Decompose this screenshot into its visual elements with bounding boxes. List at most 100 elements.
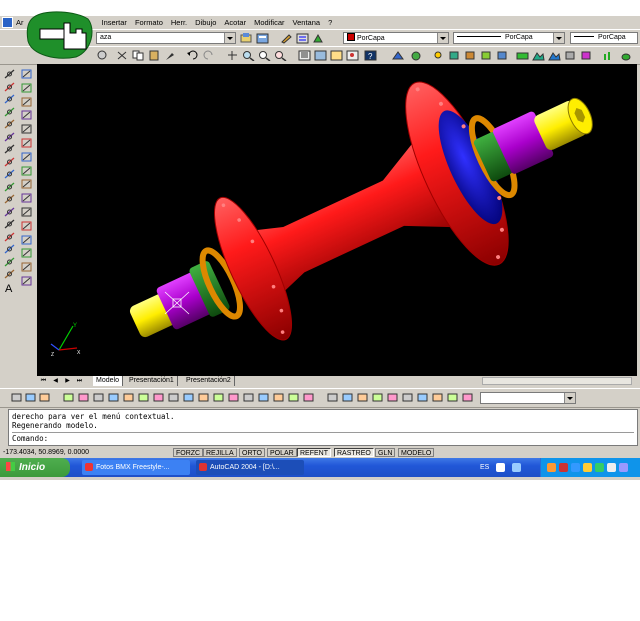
render-icon[interactable] xyxy=(392,50,405,61)
background-icon[interactable] xyxy=(496,50,509,61)
modeling-tool-icon[interactable] xyxy=(227,392,240,403)
menu-item-acotar[interactable]: Acotar xyxy=(220,18,250,27)
stretch-icon[interactable] xyxy=(20,178,33,190)
modeling-tool-icon[interactable] xyxy=(341,392,354,403)
modeling-tool-icon[interactable] xyxy=(431,392,444,403)
tab-presentacion2[interactable]: Presentación2 xyxy=(183,376,235,386)
insert-block-icon[interactable] xyxy=(3,206,16,218)
fog-icon[interactable] xyxy=(516,50,529,61)
chevron-down-icon[interactable] xyxy=(224,33,235,43)
menu-item-modificar[interactable]: Modificar xyxy=(250,18,288,27)
autocad-app-icon[interactable] xyxy=(2,17,13,28)
ellipse-arc-icon[interactable] xyxy=(3,193,16,205)
revcloud-icon[interactable] xyxy=(3,156,16,168)
tab-presentacion1[interactable]: Presentación1 xyxy=(126,376,178,386)
chevron-down-icon[interactable] xyxy=(553,33,564,43)
layer-combo[interactable]: aza xyxy=(96,32,236,44)
modeling-tool-icon[interactable] xyxy=(122,392,135,403)
modeling-tool-icon[interactable] xyxy=(326,392,339,403)
markup-icon[interactable] xyxy=(346,50,359,61)
modeling-tool-icon[interactable] xyxy=(371,392,384,403)
command-window[interactable]: derecho para ver el menú contextual. Reg… xyxy=(8,409,638,446)
arc-icon[interactable] xyxy=(3,131,16,143)
modeling-tool-icon[interactable] xyxy=(401,392,414,403)
cut-icon[interactable] xyxy=(116,50,129,61)
layer-previous-icon[interactable] xyxy=(240,33,253,44)
horizontal-scrollbar[interactable] xyxy=(482,377,632,385)
tab-prev-icon[interactable]: ◀ xyxy=(51,377,60,385)
toggle-forzc[interactable]: FORZC xyxy=(173,448,204,457)
ellipse-icon[interactable] xyxy=(3,181,16,193)
table-icon[interactable] xyxy=(3,268,16,280)
explode-icon[interactable] xyxy=(20,275,33,287)
toggle-refent[interactable]: REFENT xyxy=(297,448,331,457)
tab-last-icon[interactable]: ⏭ xyxy=(75,377,84,385)
tray-icon[interactable] xyxy=(607,463,616,472)
modeling-tool-icon[interactable] xyxy=(212,392,225,403)
chevron-down-icon[interactable] xyxy=(564,393,575,403)
join-icon[interactable] xyxy=(20,234,33,246)
toggle-polar[interactable]: POLAR xyxy=(267,448,297,457)
trim-icon[interactable] xyxy=(20,192,33,204)
materials-icon[interactable] xyxy=(448,50,461,61)
fillet-icon[interactable] xyxy=(20,261,33,273)
task-autocad[interactable]: AutoCAD 2004 - [D:\... xyxy=(196,460,304,475)
modeling-tool-icon[interactable] xyxy=(287,392,300,403)
chamfer-icon[interactable] xyxy=(20,247,33,259)
command-prompt[interactable]: Comando: xyxy=(12,432,634,443)
modeling-tool-icon[interactable] xyxy=(461,392,474,403)
task-fotos-bmx[interactable]: Fotos BMX Freestyle-... xyxy=(82,460,190,475)
tray-icon[interactable] xyxy=(583,463,592,472)
modeling-tool-icon[interactable] xyxy=(182,392,195,403)
extend-icon[interactable] xyxy=(20,206,33,218)
make-block-icon[interactable] xyxy=(3,218,16,230)
modeling-tool-icon[interactable] xyxy=(38,392,51,403)
modeling-tool-icon[interactable] xyxy=(416,392,429,403)
tab-next-icon[interactable]: ▶ xyxy=(63,377,72,385)
undo-icon[interactable] xyxy=(186,50,199,61)
help-icon[interactable]: ? xyxy=(364,50,377,61)
match-brush-icon[interactable] xyxy=(164,50,177,61)
zoom-realtime-icon[interactable] xyxy=(242,50,255,61)
language-indicator[interactable]: ES xyxy=(480,458,489,477)
view-combo[interactable] xyxy=(480,392,576,404)
tab-first-icon[interactable]: ⏮ xyxy=(39,377,48,385)
copy-icon[interactable] xyxy=(20,82,33,94)
spline-icon[interactable] xyxy=(3,168,16,180)
tool-palettes-icon[interactable] xyxy=(330,50,343,61)
point-icon[interactable] xyxy=(3,231,16,243)
line-icon[interactable] xyxy=(3,68,16,80)
plot-preview-icon[interactable] xyxy=(96,50,109,61)
landscape-edit-icon[interactable] xyxy=(548,50,561,61)
modeling-tool-icon[interactable] xyxy=(197,392,210,403)
teapot-icon[interactable] xyxy=(620,50,633,61)
chevron-down-icon[interactable] xyxy=(437,33,448,43)
toggle-gln[interactable]: GLN xyxy=(375,448,396,457)
tray-icon[interactable] xyxy=(547,463,556,472)
modeling-tool-icon[interactable] xyxy=(272,392,285,403)
polygon-icon[interactable] xyxy=(3,106,16,118)
circle-icon[interactable] xyxy=(3,143,16,155)
modeling-tool-icon[interactable] xyxy=(257,392,270,403)
help-tray-icon[interactable] xyxy=(496,463,505,472)
model-viewport[interactable]: Y Z X xyxy=(37,64,637,376)
design-center-palette-icon[interactable] xyxy=(314,50,327,61)
render-preferences-icon[interactable] xyxy=(580,50,593,61)
zoom-window-icon[interactable] xyxy=(258,50,271,61)
copy-icon[interactable] xyxy=(132,50,145,61)
mapping-icon[interactable] xyxy=(480,50,493,61)
paste-icon[interactable] xyxy=(148,50,161,61)
zoom-previous-icon[interactable] xyxy=(274,50,287,61)
lineweight-combo[interactable]: PorCapa xyxy=(570,32,638,44)
modeling-tool-icon[interactable] xyxy=(446,392,459,403)
region-icon[interactable] xyxy=(3,256,16,268)
tray-icon[interactable] xyxy=(571,463,580,472)
toggle-modelo[interactable]: MODELO xyxy=(398,448,435,457)
scenes-icon[interactable] xyxy=(410,50,423,61)
match-properties-icon[interactable] xyxy=(280,33,293,44)
hatch-icon[interactable] xyxy=(3,243,16,255)
modeling-tool-icon[interactable] xyxy=(137,392,150,403)
move-icon[interactable] xyxy=(20,137,33,149)
lights-icon[interactable] xyxy=(432,50,445,61)
mirror-icon[interactable] xyxy=(20,96,33,108)
